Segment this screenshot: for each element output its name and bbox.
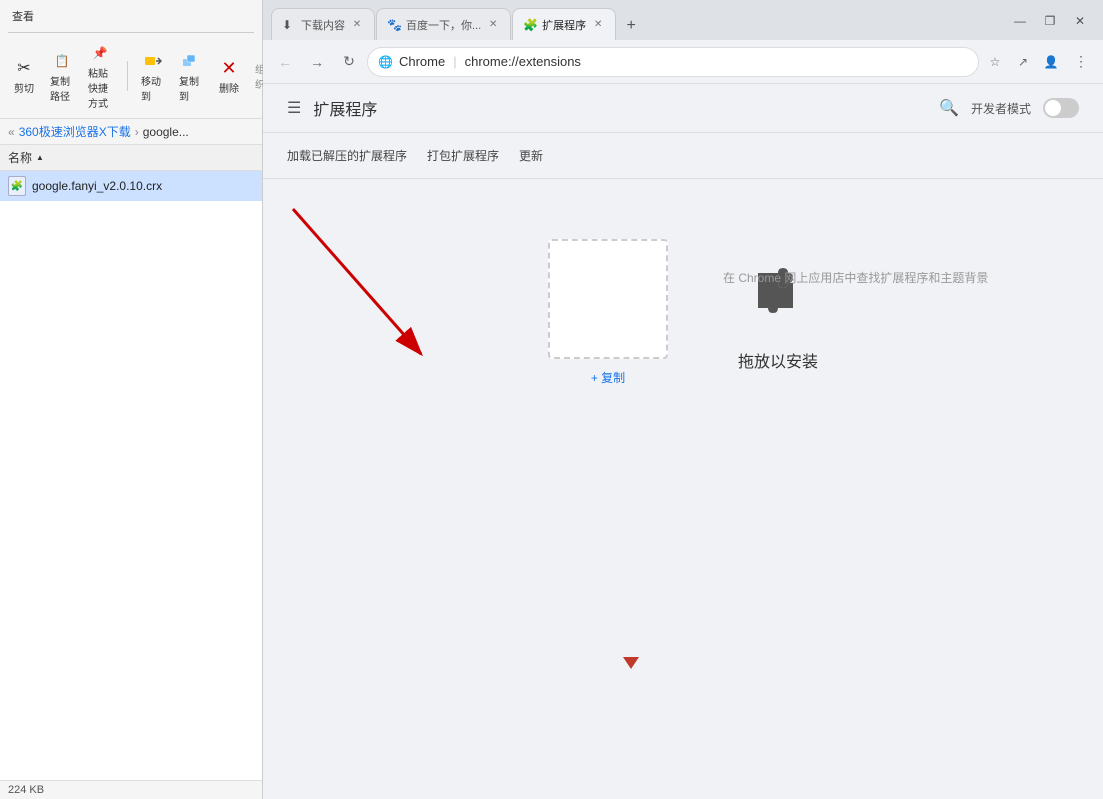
file-explorer-panel: 查看 ✂ 剪切 📋 复制路径 📌 粘贴快捷方式 — [0, 0, 263, 799]
ext-header-left: ☰ 扩展程序 — [287, 96, 377, 120]
file-list-header: 名称 ▲ — [0, 145, 262, 171]
delete-label: 删除 — [219, 80, 239, 95]
chrome-toolbar: ← → ↻ 🌐 Chrome | chrome://extensions ☆ ↗… — [263, 40, 1103, 84]
copy-to-icon — [179, 49, 203, 73]
tab-close-downloads[interactable]: ✕ — [350, 18, 364, 32]
tab-label-extensions: 扩展程序 — [542, 17, 586, 33]
chrome-store-hint: 在 Chrome 网上应用店中查找扩展程序和主题背景 — [723, 269, 988, 286]
tab-label-downloads: 下载内容 — [301, 17, 345, 33]
move-to-label: 移动到 — [141, 73, 165, 103]
chrome-menu-button[interactable]: ⋮ — [1067, 48, 1095, 76]
paste-shortcut-button[interactable]: 📌 粘贴快捷方式 — [84, 39, 117, 112]
move-to-icon — [141, 49, 165, 73]
back-button[interactable]: ← — [271, 48, 299, 76]
extensions-subheader: 加载已解压的扩展程序 打包扩展程序 更新 — [263, 133, 1103, 179]
drag-drop-install-label: 拖放以安装 — [738, 348, 818, 372]
copy-to-label: 复制到 — [179, 73, 203, 103]
update-button[interactable]: 更新 — [519, 143, 543, 168]
extensions-content: 在 Chrome 网上应用店中查找扩展程序和主题背景 + 复制 — [263, 179, 1103, 799]
scroll-indicator-triangle — [623, 657, 639, 669]
puzzle-piece-large-icon — [738, 253, 818, 338]
paste-label: 粘贴快捷方式 — [88, 65, 113, 110]
ext-header-right: 🔍 开发者模式 — [939, 98, 1079, 118]
copy-button-label[interactable]: + 复制 — [591, 369, 625, 386]
load-unpacked-button[interactable]: 加载已解压的扩展程序 — [287, 143, 407, 168]
breadcrumb-part1[interactable]: 360极速浏览器X下载 — [19, 123, 131, 140]
copy-to-button[interactable]: 复制到 — [175, 47, 207, 105]
file-list: google.fanyi_v2.0.10.crx — [0, 171, 262, 780]
extensions-search-icon[interactable]: 🔍 — [939, 98, 959, 118]
cut-button[interactable]: ✂ 剪切 — [8, 54, 40, 97]
site-security-icon: 🌐 — [378, 55, 393, 69]
tab-bar: ⬇ 下载内容 ✕ 🐾 百度一下，你... ✕ 🧩 扩展程序 ✕ + — [263, 8, 997, 40]
move-to-button[interactable]: 移动到 — [137, 47, 169, 105]
tab-favicon-extensions: 🧩 — [523, 18, 537, 32]
copy-path-icon: 📋 — [50, 49, 74, 73]
new-tab-button[interactable]: + — [617, 12, 645, 40]
file-explorer-toolbar: 查看 ✂ 剪切 📋 复制路径 📌 粘贴快捷方式 — [0, 0, 262, 119]
copy-path-label: 复制路径 — [50, 73, 74, 103]
drop-zone[interactable] — [548, 239, 668, 359]
column-name-header[interactable]: 名称 ▲ — [8, 149, 44, 166]
tab-extensions[interactable]: 🧩 扩展程序 ✕ — [512, 8, 616, 40]
view-menu[interactable]: 查看 — [8, 6, 38, 26]
drag-drop-row: + 复制 拖放以安装 — [548, 239, 818, 386]
extensions-page: ☰ 扩展程序 🔍 开发者模式 加载已解压的扩展程序 打包扩展程序 更新 在 Ch… — [263, 84, 1103, 799]
tab-close-extensions[interactable]: ✕ — [591, 18, 605, 32]
bookmark-star-button[interactable]: ☆ — [983, 50, 1007, 74]
dev-mode-toggle[interactable] — [1043, 98, 1079, 118]
window-controls: — ❐ ✕ — [997, 10, 1103, 40]
breadcrumb: « 360极速浏览器X下载 › google... — [0, 119, 262, 145]
cut-label: 剪切 — [14, 80, 34, 95]
scissors-icon: ✂ — [12, 56, 36, 80]
window-restore-button[interactable]: ❐ — [1039, 10, 1061, 32]
delete-button[interactable]: ✕ 删除 — [213, 54, 245, 97]
tab-label-baidu: 百度一下，你... — [406, 17, 481, 33]
tab-favicon-baidu: 🐾 — [387, 18, 401, 32]
forward-button[interactable]: → — [303, 48, 331, 76]
status-bar: 224 KB — [0, 780, 262, 799]
breadcrumb-separator: › — [135, 125, 139, 139]
address-url: chrome://extensions — [465, 54, 968, 69]
profile-button[interactable]: 👤 — [1039, 50, 1063, 74]
sort-arrow-up: ▲ — [36, 153, 44, 162]
toolbar-buttons-row: ✂ 剪切 📋 复制路径 📌 粘贴快捷方式 移动到 — [8, 39, 269, 112]
delete-icon: ✕ — [217, 56, 241, 80]
dev-mode-label: 开发者模式 — [971, 100, 1031, 117]
copy-path-button[interactable]: 📋 复制路径 — [46, 47, 78, 105]
breadcrumb-part2: google... — [143, 125, 189, 139]
extensions-page-title: 扩展程序 — [313, 96, 377, 120]
hamburger-menu-icon[interactable]: ☰ — [287, 98, 301, 118]
address-bar[interactable]: 🌐 Chrome | chrome://extensions — [367, 47, 979, 77]
chrome-title-bar: ⬇ 下载内容 ✕ 🐾 百度一下，你... ✕ 🧩 扩展程序 ✕ + — ❐ ✕ — [263, 0, 1103, 40]
tab-baidu[interactable]: 🐾 百度一下，你... ✕ — [376, 8, 511, 40]
extensions-header: ☰ 扩展程序 🔍 开发者模式 — [263, 84, 1103, 133]
window-close-button[interactable]: ✕ — [1069, 10, 1091, 32]
paste-icon: 📌 — [88, 41, 112, 65]
pack-extension-button[interactable]: 打包扩展程序 — [427, 143, 499, 168]
site-name-label: Chrome — [399, 54, 445, 69]
window-minimize-button[interactable]: — — [1009, 10, 1031, 32]
file-name-crx: google.fanyi_v2.0.10.crx — [32, 179, 162, 193]
drop-zone-container: + 复制 — [548, 239, 668, 386]
column-name-label: 名称 — [8, 149, 32, 166]
view-label: 查看 — [12, 8, 34, 24]
tab-downloads[interactable]: ⬇ 下载内容 ✕ — [271, 8, 375, 40]
chrome-window: ⬇ 下载内容 ✕ 🐾 百度一下，你... ✕ 🧩 扩展程序 ✕ + — ❐ ✕ — [263, 0, 1103, 799]
file-item-crx[interactable]: google.fanyi_v2.0.10.crx — [0, 171, 262, 201]
tab-close-baidu[interactable]: ✕ — [486, 18, 500, 32]
crx-file-icon — [8, 176, 26, 196]
tab-favicon-downloads: ⬇ — [282, 18, 296, 32]
reload-button[interactable]: ↻ — [335, 48, 363, 76]
share-button[interactable]: ↗ — [1011, 50, 1035, 74]
address-separator: | — [453, 54, 456, 69]
breadcrumb-chevron-left: « — [8, 125, 15, 139]
file-size: 224 KB — [8, 784, 44, 796]
